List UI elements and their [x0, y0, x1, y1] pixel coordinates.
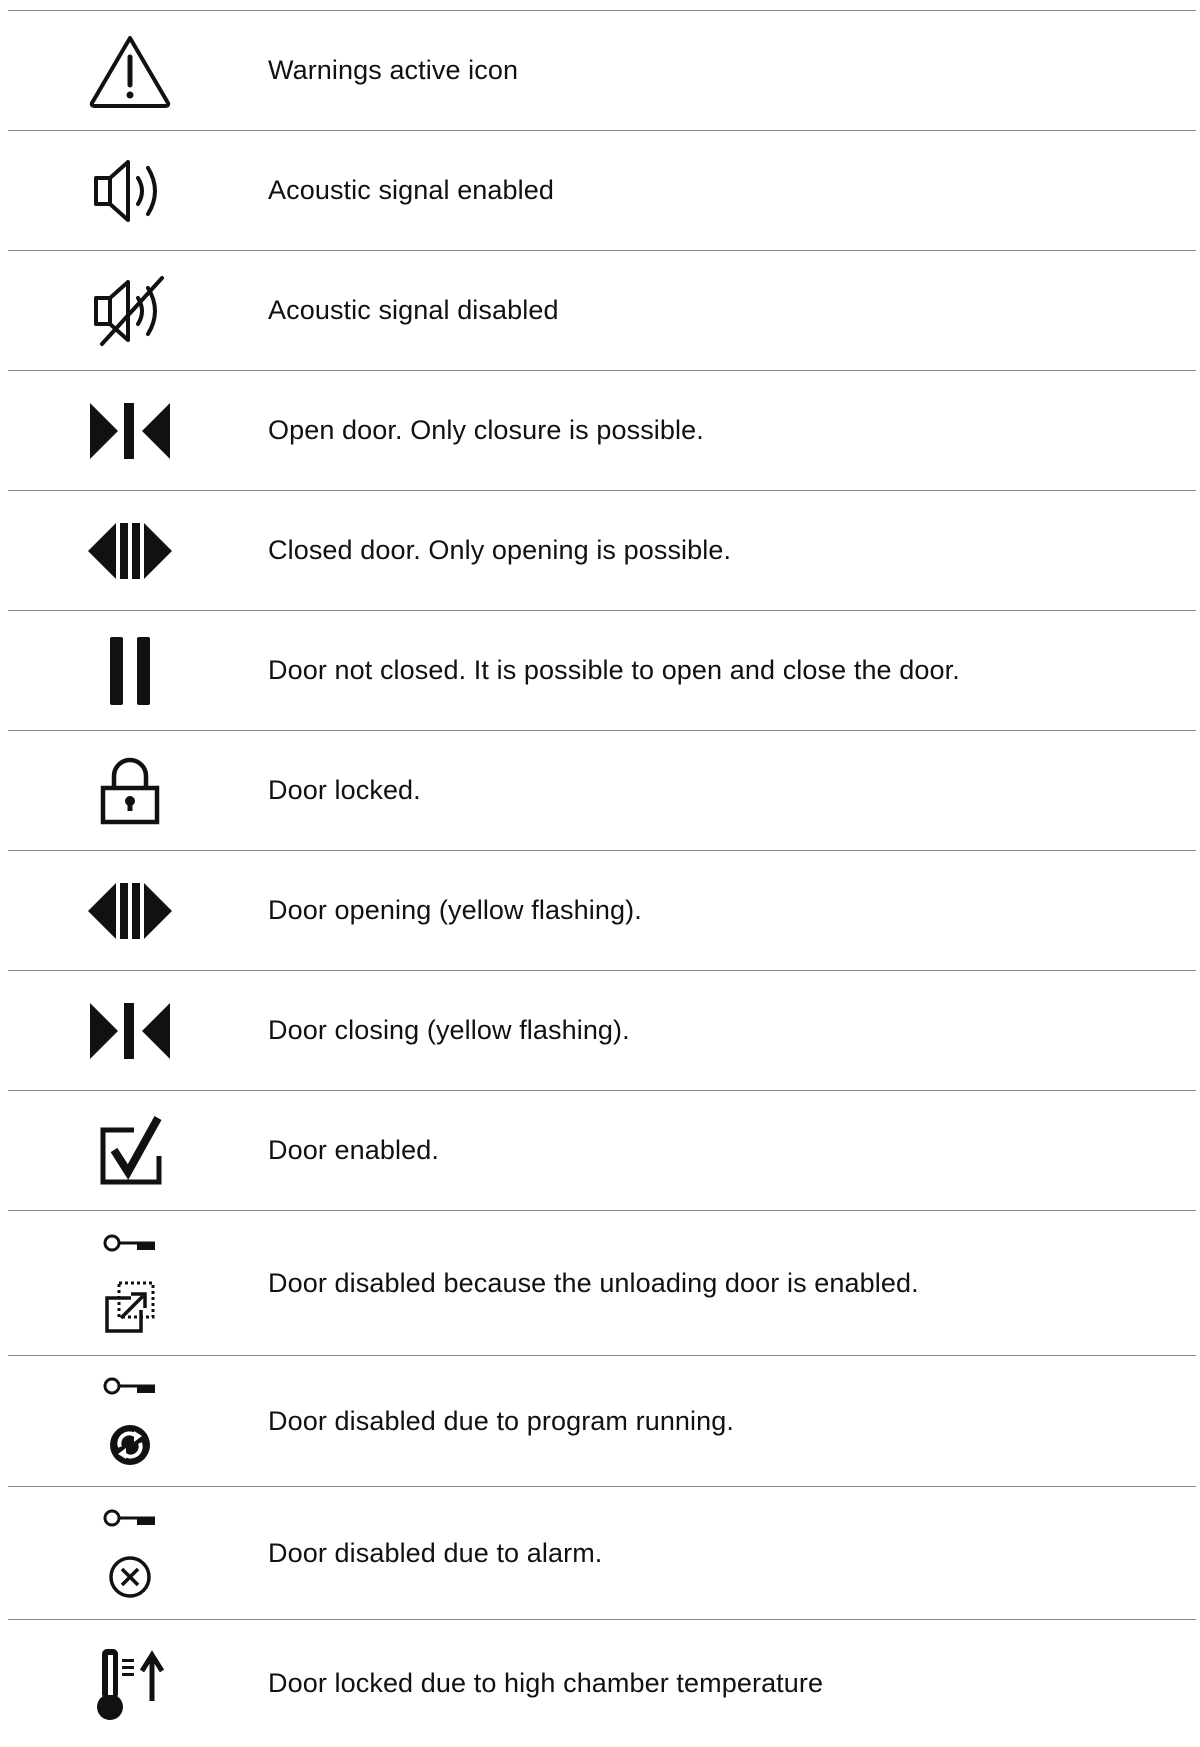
row-description: Door locked due to high chamber temperat… [268, 1668, 824, 1698]
row-description: Open door. Only closure is possible. [268, 415, 704, 445]
door-open-icon [88, 522, 172, 579]
row-description: Door locked. [268, 775, 421, 805]
legend-row: Acoustic signal enabled [8, 130, 1196, 250]
thermometer-high-icon [97, 1648, 165, 1720]
alarm-x-circle-icon [109, 1556, 151, 1598]
row-description: Acoustic signal enabled [268, 175, 554, 205]
legend-row: Open door. Only closure is possible. [8, 370, 1196, 490]
legend-row: Door not closed. It is possible to open … [8, 610, 1196, 730]
legend-row: Door disabled due to alarm. [8, 1486, 1196, 1619]
row-description: Door closing (yellow flashing). [268, 1015, 630, 1045]
door-open-icon [88, 882, 172, 939]
icon-legend-table: Warnings active icon Acoustic signal ena… [8, 10, 1196, 1747]
key-icon [103, 1234, 155, 1252]
padlock-icon [100, 757, 160, 824]
legend-row: Door locked due to high chamber temperat… [8, 1619, 1196, 1747]
door-close-icon [90, 1002, 170, 1059]
legend-row: Door closing (yellow flashing). [8, 970, 1196, 1090]
row-description: Warnings active icon [268, 55, 519, 85]
row-description: Door opening (yellow flashing). [268, 895, 642, 925]
speaker-on-icon [94, 159, 157, 222]
warning-triangle-icon [89, 35, 171, 108]
row-description: Door disabled because the unloading door… [268, 1267, 919, 1298]
legend-row: Door disabled because the unloading door… [8, 1210, 1196, 1355]
door-close-icon [90, 402, 170, 459]
legend-row: Warnings active icon [8, 10, 1196, 130]
key-icon [103, 1509, 155, 1527]
legend-row: Closed door. Only opening is possible. [8, 490, 1196, 610]
legend-row: Door locked. [8, 730, 1196, 850]
speaker-muted-icon [94, 275, 164, 346]
row-description: Door disabled due to alarm. [268, 1537, 603, 1568]
legend-row: Door disabled due to program running. [8, 1355, 1196, 1486]
legend-row: Door opening (yellow flashing). [8, 850, 1196, 970]
checkbox-checked-icon [100, 1115, 162, 1184]
row-description: Closed door. Only opening is possible. [268, 535, 732, 565]
legend-row: Door enabled. [8, 1090, 1196, 1210]
door-bars-icon [110, 636, 150, 705]
legend-row: Acoustic signal disabled [8, 250, 1196, 370]
row-description: Door enabled. [268, 1135, 439, 1165]
unloading-door-icon [105, 1281, 155, 1333]
row-description: Door disabled due to program running. [268, 1405, 734, 1436]
row-description: Door not closed. It is possible to open … [268, 655, 960, 685]
program-running-icon [110, 1425, 150, 1465]
row-description: Acoustic signal disabled [268, 295, 559, 325]
key-icon [103, 1377, 155, 1395]
